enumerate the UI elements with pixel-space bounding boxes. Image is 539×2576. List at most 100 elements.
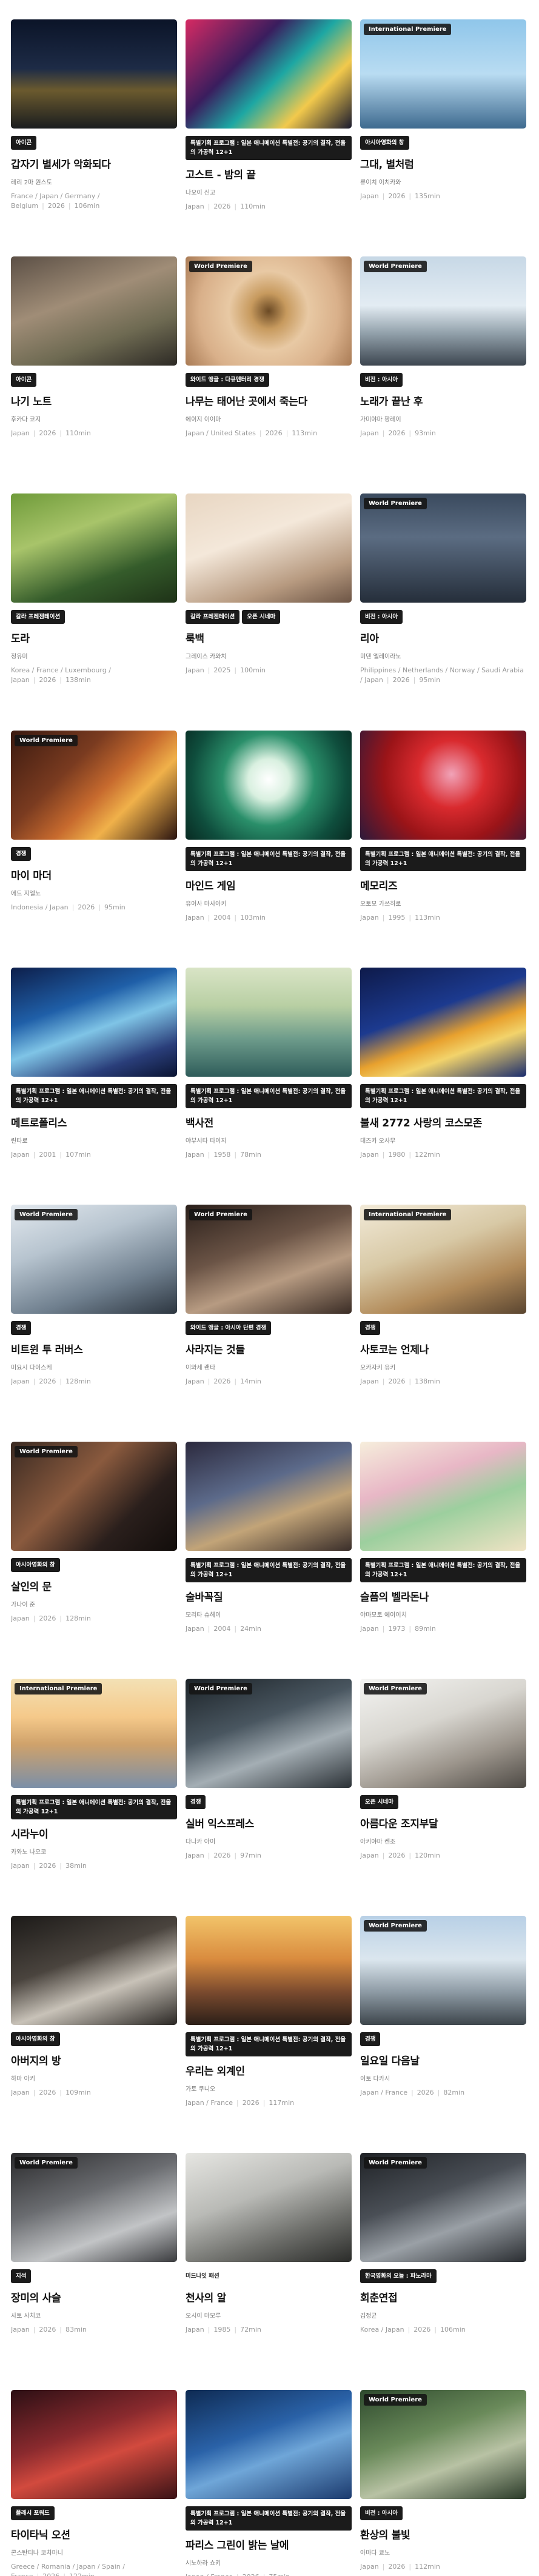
film-title[interactable]: 아름다운 조지부달 (360, 1815, 526, 1830)
film-still[interactable] (11, 968, 177, 1077)
film-still[interactable]: World Premiere (360, 1679, 526, 1788)
film-card[interactable]: World Premiere 경쟁 일요일 다음날 이토 다카시 Japan / Fra… (360, 1916, 526, 2153)
film-still[interactable]: World Premiere (360, 1916, 526, 2025)
film-card[interactable]: World Premiere 비전 : 아시아 환상의 불빛 아마다 쿄노 Japan |… (360, 2390, 526, 2576)
film-title[interactable]: 천사의 알 (186, 2289, 352, 2304)
film-still[interactable]: International Premiere (360, 19, 526, 129)
film-still[interactable] (360, 968, 526, 1077)
film-still[interactable]: World Premiere (360, 2153, 526, 2262)
film-title[interactable]: 백사전 (186, 1114, 352, 1129)
film-title[interactable]: 노래가 끝난 후 (360, 393, 526, 408)
film-still[interactable]: World Premiere (11, 2153, 177, 2262)
film-card[interactable]: World Premiere 오픈 시네마 아름다운 조지부달 아키야마 켄조 Japa… (360, 1679, 526, 1916)
film-card[interactable]: International Premiere 아시아영화의 창 그대, 별처럼 류이치… (360, 19, 526, 256)
film-card[interactable]: World Premiere 비전 : 아시아 노래가 끝난 후 가미야마 팡레이 Ja… (360, 256, 526, 493)
film-still[interactable] (11, 493, 177, 603)
film-card[interactable]: 특별기획 프로그램 : 일본 애니메이션 특별전: 공기의 결작, 전율의 가공… (360, 731, 526, 968)
film-card[interactable]: 특별기획 프로그램 : 일본 애니메이션 특별전: 공기의 결작, 전율의 가공… (360, 1442, 526, 1679)
film-title[interactable]: 회춘연접 (360, 2289, 526, 2304)
film-still[interactable]: World Premiere (360, 2390, 526, 2499)
film-still[interactable]: World Premiere (360, 493, 526, 603)
film-title[interactable]: 갑자기 별세가 악화되다 (11, 156, 177, 171)
film-title[interactable]: 불새 2772 사랑의 코스모존 (360, 1114, 526, 1129)
film-card[interactable]: 플래시 포워드 타이타닉 오션 콘스탄티나 코차마니 Greece / Romania… (11, 2390, 177, 2576)
film-card[interactable]: World Premiere 한국영화의 오늘 : 파노라마 회춘연접 김정균 Kore… (360, 2153, 526, 2390)
film-card[interactable]: World Premiere 경쟁 마이 마더 에드 지엘노 Indonesia / J… (11, 731, 177, 968)
film-still[interactable]: World Premiere (11, 731, 177, 840)
film-still[interactable] (11, 2390, 177, 2499)
film-card[interactable]: 특별기획 프로그램 : 일본 애니메이션 특별전: 공기의 결작, 전율의 가공… (186, 968, 352, 1205)
film-still[interactable]: International Premiere (11, 1679, 177, 1788)
film-still[interactable] (11, 1916, 177, 2025)
film-still[interactable] (186, 1916, 352, 2025)
film-card[interactable]: World Premiere 와이드 앵글 : 다큐멘터리 경쟁 나무는 태어난 곳… (186, 256, 352, 493)
film-country: Japan (11, 1377, 30, 1385)
film-title[interactable]: 일요일 다음날 (360, 2052, 526, 2067)
film-still[interactable] (186, 731, 352, 840)
film-title[interactable]: 술바꼭질 (186, 1588, 352, 1604)
film-still[interactable]: World Premiere (11, 1205, 177, 1314)
film-card[interactable]: 특별기획 프로그램 : 일본 애니메이션 특별전: 공기의 결작, 전율의 가공… (186, 19, 352, 256)
film-card[interactable]: 갈라 프레젠테이션 오픈 시네마 룩백 그레이스 카와치 Japan | 2025 | 100m… (186, 493, 352, 731)
film-title[interactable]: 룩백 (186, 630, 352, 645)
film-title[interactable]: 메모리즈 (360, 877, 526, 892)
film-card[interactable]: 특별기획 프로그램 : 일본 애니메이션 특별전: 공기의 결작, 전율의 가공… (186, 731, 352, 968)
film-card[interactable]: 특별기획 프로그램 : 일본 애니메이션 특별전: 공기의 결작, 전율의 가공… (186, 2390, 352, 2576)
film-still[interactable]: World Premiere (186, 256, 352, 366)
film-still[interactable]: International Premiere (360, 1205, 526, 1314)
film-card[interactable]: 아이콘 갑자기 별세가 악화되다 레리 2마 원스토 France / Japan /… (11, 19, 177, 256)
film-title[interactable]: 나무는 태어난 곳에서 죽는다 (186, 393, 352, 408)
film-title[interactable]: 환상의 불빛 (360, 2526, 526, 2541)
film-title[interactable]: 시라누이 (11, 1825, 177, 1841)
film-title[interactable]: 타이타닉 오션 (11, 2526, 177, 2541)
film-card[interactable]: World Premiere 경쟁 비트윈 투 러버스 미요시 다이스케 Japan | 2… (11, 1205, 177, 1442)
film-card[interactable]: 아시아영화의 창 아버지의 방 하마 아키 Japan | 2026 | 109min (11, 1916, 177, 2153)
film-card[interactable]: World Premiere 아시아영화의 창 살인의 문 가나이 준 Japan | 20… (11, 1442, 177, 1679)
film-title[interactable]: 마인드 게임 (186, 877, 352, 892)
film-still[interactable]: World Premiere (360, 256, 526, 366)
film-title[interactable]: 아버지의 방 (11, 2052, 177, 2067)
film-card[interactable]: 특별기획 프로그램 : 일본 애니메이션 특별전: 공기의 결작, 전율의 가공… (186, 1916, 352, 2153)
film-still[interactable] (360, 1442, 526, 1551)
film-card[interactable]: International Premiere 특별기획 프로그램 : 일본 애니메… (11, 1679, 177, 1916)
film-still[interactable] (186, 493, 352, 603)
film-still[interactable]: World Premiere (186, 1679, 352, 1788)
film-title[interactable]: 리아 (360, 630, 526, 645)
film-card[interactable]: World Premiere 비전 : 아시아 리아 미덴 엘레이라노 Philippi… (360, 493, 526, 731)
film-still[interactable]: World Premiere (11, 1442, 177, 1551)
film-card[interactable]: World Premiere 경쟁 실버 익스프레스 다나카 아이 Japan | 2026… (186, 1679, 352, 1916)
film-card[interactable]: 미드나잇 패션 천사의 알 오시이 마모루 Japan | 1985 | 72min (186, 2153, 352, 2390)
film-still[interactable] (186, 19, 352, 129)
film-title[interactable]: 도라 (11, 630, 177, 645)
film-card[interactable]: 특별기획 프로그램 : 일본 애니메이션 특별전: 공기의 결작, 전율의 가공… (360, 968, 526, 1205)
film-title[interactable]: 장미의 사슬 (11, 2289, 177, 2304)
film-title[interactable]: 마이 마더 (11, 867, 177, 882)
film-title[interactable]: 파리스 그린이 밝는 날에 (186, 2537, 352, 2552)
film-title[interactable]: 사토코는 언제나 (360, 1341, 526, 1356)
film-title[interactable]: 고스트 - 밤의 끝 (186, 166, 352, 181)
film-title[interactable]: 슬픔의 벨라돈나 (360, 1588, 526, 1604)
film-still[interactable] (186, 968, 352, 1077)
film-still[interactable] (186, 2390, 352, 2499)
film-title[interactable]: 그대, 별처럼 (360, 156, 526, 171)
film-card[interactable]: World Premiere 지석 장미의 사슬 사토 사치코 Japan | 2026 | 8… (11, 2153, 177, 2390)
film-title[interactable]: 사라지는 것들 (186, 1341, 352, 1356)
film-card[interactable]: 아이콘 나기 노트 후카다 코지 Japan | 2026 | 110min (11, 256, 177, 493)
film-still[interactable] (11, 256, 177, 366)
film-title[interactable]: 살인의 문 (11, 1578, 177, 1593)
film-card[interactable]: 특별기획 프로그램 : 일본 애니메이션 특별전: 공기의 결작, 전율의 가공… (11, 968, 177, 1205)
film-card[interactable]: World Premiere 와이드 앵글 : 아시아 단편 경쟁 사라지는 것들 이… (186, 1205, 352, 1442)
film-card[interactable]: 갈라 프레젠테이션 도라 정유미 Korea / France / Luxembour… (11, 493, 177, 731)
film-card[interactable]: 특별기획 프로그램 : 일본 애니메이션 특별전: 공기의 결작, 전율의 가공… (186, 1442, 352, 1679)
film-title[interactable]: 나기 노트 (11, 393, 177, 408)
film-title[interactable]: 비트윈 투 러버스 (11, 1341, 177, 1356)
film-title[interactable]: 우리는 외계인 (186, 2062, 352, 2078)
film-still[interactable] (360, 731, 526, 840)
film-still[interactable] (186, 2153, 352, 2262)
film-card[interactable]: International Premiere 경쟁 사토코는 언제나 오카자키 유키 J… (360, 1205, 526, 1442)
film-title[interactable]: 실버 익스프레스 (186, 1815, 352, 1830)
film-still[interactable]: World Premiere (186, 1205, 352, 1314)
film-title[interactable]: 메트로폴리스 (11, 1114, 177, 1129)
film-still[interactable] (11, 19, 177, 129)
film-still[interactable] (186, 1442, 352, 1551)
